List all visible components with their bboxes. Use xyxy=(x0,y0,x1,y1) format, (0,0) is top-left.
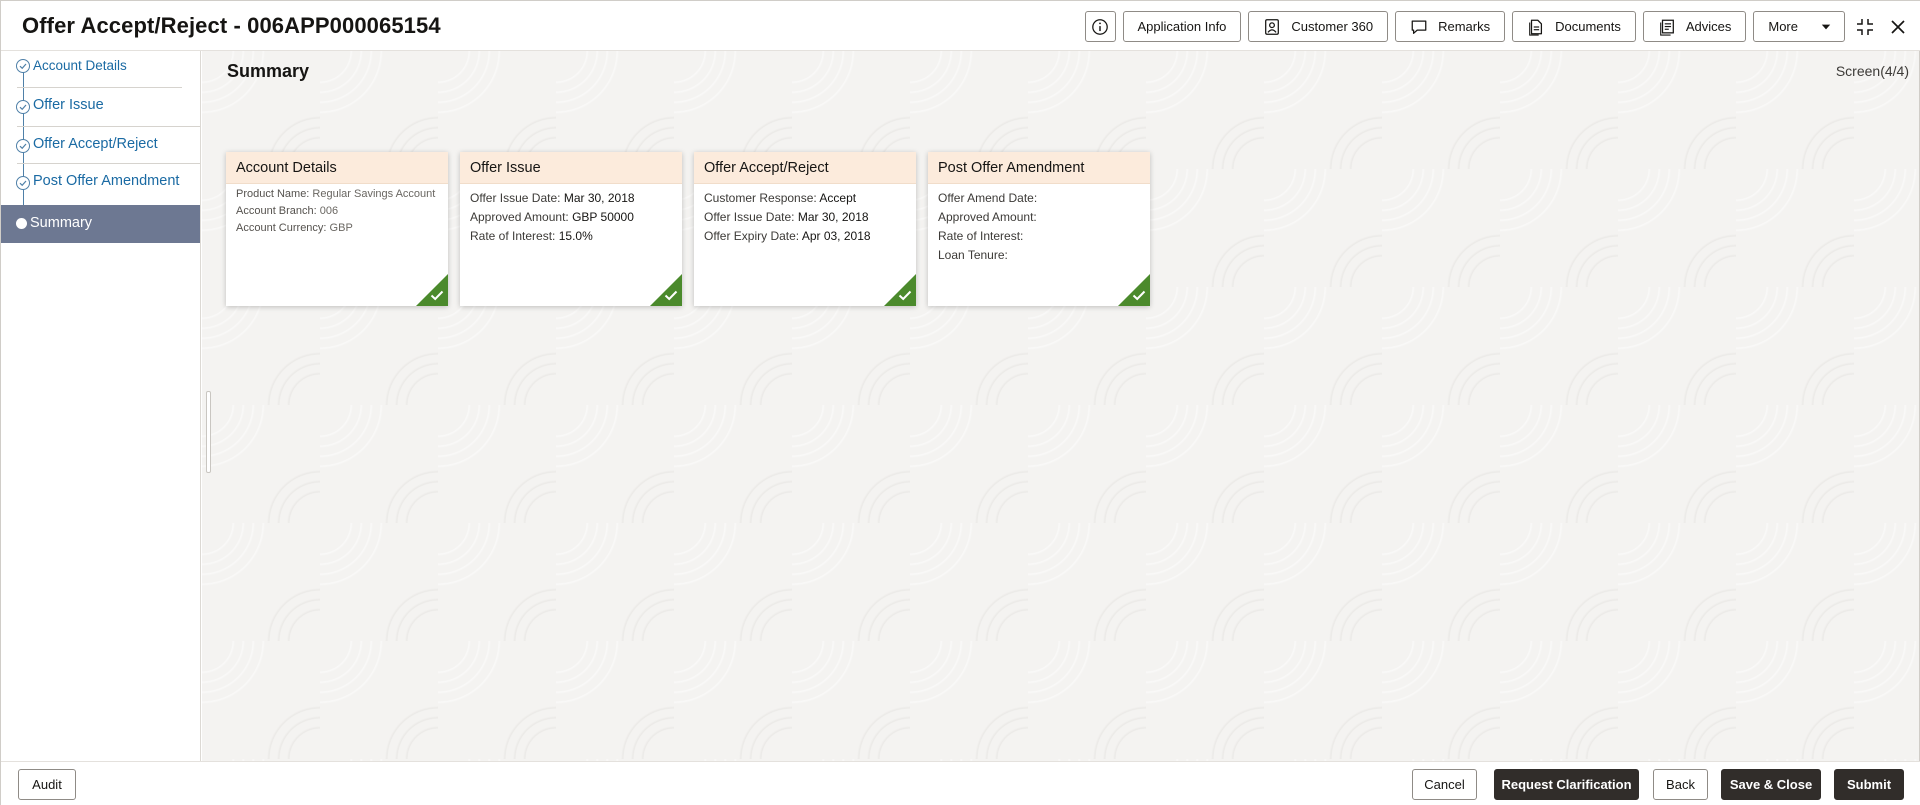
rate-of-interest-row: Rate of Interest: xyxy=(938,229,1024,243)
documents-label: Documents xyxy=(1555,19,1621,34)
documents-icon xyxy=(1529,19,1543,36)
field-label: Offer Expiry Date: xyxy=(704,229,802,243)
field-value: Accept xyxy=(819,191,857,205)
customer-icon xyxy=(1265,18,1280,35)
app-window: Offer Accept/Reject - 006APP000065154 Ap… xyxy=(0,0,1920,805)
card-offer-accept-reject[interactable]: Offer Accept/Reject Customer Response: A… xyxy=(694,152,916,306)
step-check-icon xyxy=(16,59,30,73)
section-title: Summary xyxy=(227,61,310,81)
remarks-label: Remarks xyxy=(1438,19,1491,34)
back-button[interactable]: Back xyxy=(1653,769,1708,800)
account-currency-row: Account Currency: GBP xyxy=(236,221,438,235)
product-name-row: Product Name: Regular Savings Account xyxy=(236,187,438,201)
sidebar-item-label: Offer Issue xyxy=(33,97,104,113)
field-label: Customer Response: xyxy=(704,191,820,205)
more-dropdown[interactable]: More xyxy=(1753,11,1845,42)
step-check-icon xyxy=(16,139,30,153)
step-check-icon xyxy=(16,176,30,190)
offer-amend-date-row: Offer Amend Date: xyxy=(938,191,1038,205)
field-label: Offer Issue Date: xyxy=(470,191,564,205)
advices-label: Advices xyxy=(1685,19,1732,34)
sidebar-item-post-offer-amendment[interactable]: Post Offer Amendment xyxy=(1,164,200,202)
sidebar-item-offer-accept-reject[interactable]: Offer Accept/Reject xyxy=(1,127,200,165)
sidebar-item-account-details[interactable]: Account Details xyxy=(1,51,200,81)
page-title: Offer Accept/Reject - 006APP000065154 xyxy=(22,13,441,38)
info-icon xyxy=(1092,18,1108,35)
header-bar: Offer Accept/Reject - 006APP000065154 Ap… xyxy=(1,1,1920,51)
sidebar-item-label: Offer Accept/Reject xyxy=(33,136,158,152)
step-check-icon xyxy=(16,100,30,114)
offer-issue-date-row: Offer Issue Date: Mar 30, 2018 xyxy=(470,189,672,208)
customer-360-label: Customer 360 xyxy=(1291,19,1374,34)
field-label: Rate of Interest: xyxy=(470,229,559,243)
approved-amount-row: Approved Amount: GBP 50000 xyxy=(470,208,672,227)
audit-button[interactable]: Audit xyxy=(18,769,76,800)
field-value: GBP 50000 xyxy=(572,210,634,224)
field-label: Account Branch: xyxy=(236,205,320,217)
card-title: Post Offer Amendment xyxy=(928,152,1150,184)
main-content: Summary Screen(4/4) Account Details Prod… xyxy=(202,51,1919,761)
sidebar-item-label: Account Details xyxy=(33,58,127,73)
train-stop-sidebar: Account Details Offer Issue Offer Accept… xyxy=(1,51,201,761)
card-title: Offer Issue xyxy=(460,152,682,184)
submit-button[interactable]: Submit xyxy=(1834,769,1904,800)
customer-360-button[interactable]: Customer 360 xyxy=(1248,11,1389,42)
more-label: More xyxy=(1768,19,1798,34)
field-value: Mar 30, 2018 xyxy=(563,191,635,205)
approved-amount-row: Approved Amount: xyxy=(938,210,1037,224)
account-branch-row: Account Branch: 006 xyxy=(236,204,438,218)
check-icon xyxy=(664,290,678,301)
close-icon xyxy=(1891,19,1905,34)
check-icon xyxy=(430,290,444,301)
active-step-dot xyxy=(16,218,27,229)
footer-bar: Audit Cancel Request Clarification Back … xyxy=(1,761,1920,805)
offer-issue-date-row: Offer Issue Date: Mar 30, 2018 xyxy=(704,208,906,227)
sidebar-item-offer-issue[interactable]: Offer Issue xyxy=(1,88,200,126)
advices-button[interactable]: Advices xyxy=(1642,11,1747,42)
field-value: Regular Savings Account xyxy=(312,188,436,200)
field-label: Approved Amount: xyxy=(470,210,573,224)
card-post-offer-amendment[interactable]: Post Offer Amendment Offer Amend Date: A… xyxy=(928,152,1150,306)
field-label: Offer Issue Date: xyxy=(704,210,798,224)
loan-tenure-row: Loan Tenure: xyxy=(938,248,1008,262)
card-title: Offer Accept/Reject xyxy=(694,152,916,184)
card-title: Account Details xyxy=(226,152,448,184)
caret-down-icon xyxy=(1821,24,1831,29)
field-value: Mar 30, 2018 xyxy=(797,210,869,224)
minimize-icon xyxy=(1857,18,1873,35)
remarks-button[interactable]: Remarks xyxy=(1395,11,1506,42)
field-label: Product Name: xyxy=(236,188,313,200)
cancel-button[interactable]: Cancel xyxy=(1412,769,1477,800)
sidebar-item-summary[interactable]: Summary xyxy=(1,205,200,243)
screen-indicator: Screen(4/4) xyxy=(1835,63,1909,79)
field-value: Apr 03, 2018 xyxy=(801,229,871,243)
field-label: Account Currency: xyxy=(236,222,330,234)
field-value: 006 xyxy=(319,205,339,217)
remarks-icon xyxy=(1411,20,1427,34)
card-account-details[interactable]: Account Details Product Name: Regular Sa… xyxy=(226,152,448,306)
close-button[interactable] xyxy=(1885,11,1911,42)
panel-splitter-handle[interactable] xyxy=(206,391,211,473)
advices-icon xyxy=(1660,19,1674,36)
field-value: GBP xyxy=(329,222,353,234)
check-icon xyxy=(1132,290,1146,301)
check-icon xyxy=(898,290,912,301)
offer-expiry-date-row: Offer Expiry Date: Apr 03, 2018 xyxy=(704,227,906,246)
application-info-button[interactable]: Application Info xyxy=(1122,11,1242,42)
customer-response-row: Customer Response: Accept xyxy=(704,189,906,208)
card-offer-issue[interactable]: Offer Issue Offer Issue Date: Mar 30, 20… xyxy=(460,152,682,306)
sidebar-item-label: Summary xyxy=(30,215,93,231)
header-actions: Application Info Customer 360 Remarks Do… xyxy=(1084,11,1911,42)
field-value: 15.0% xyxy=(558,229,593,243)
application-info-label: Application Info xyxy=(1137,19,1227,34)
summary-cards: Account Details Product Name: Regular Sa… xyxy=(226,152,1150,306)
rate-of-interest-row: Rate of Interest: 15.0% xyxy=(470,227,672,246)
info-button[interactable] xyxy=(1084,11,1116,42)
documents-button[interactable]: Documents xyxy=(1512,11,1636,42)
save-close-button[interactable]: Save & Close xyxy=(1721,769,1821,800)
sidebar-item-label: Post Offer Amendment xyxy=(33,173,180,189)
request-clarification-button[interactable]: Request Clarification xyxy=(1494,769,1639,800)
minimize-button[interactable] xyxy=(1852,11,1878,42)
